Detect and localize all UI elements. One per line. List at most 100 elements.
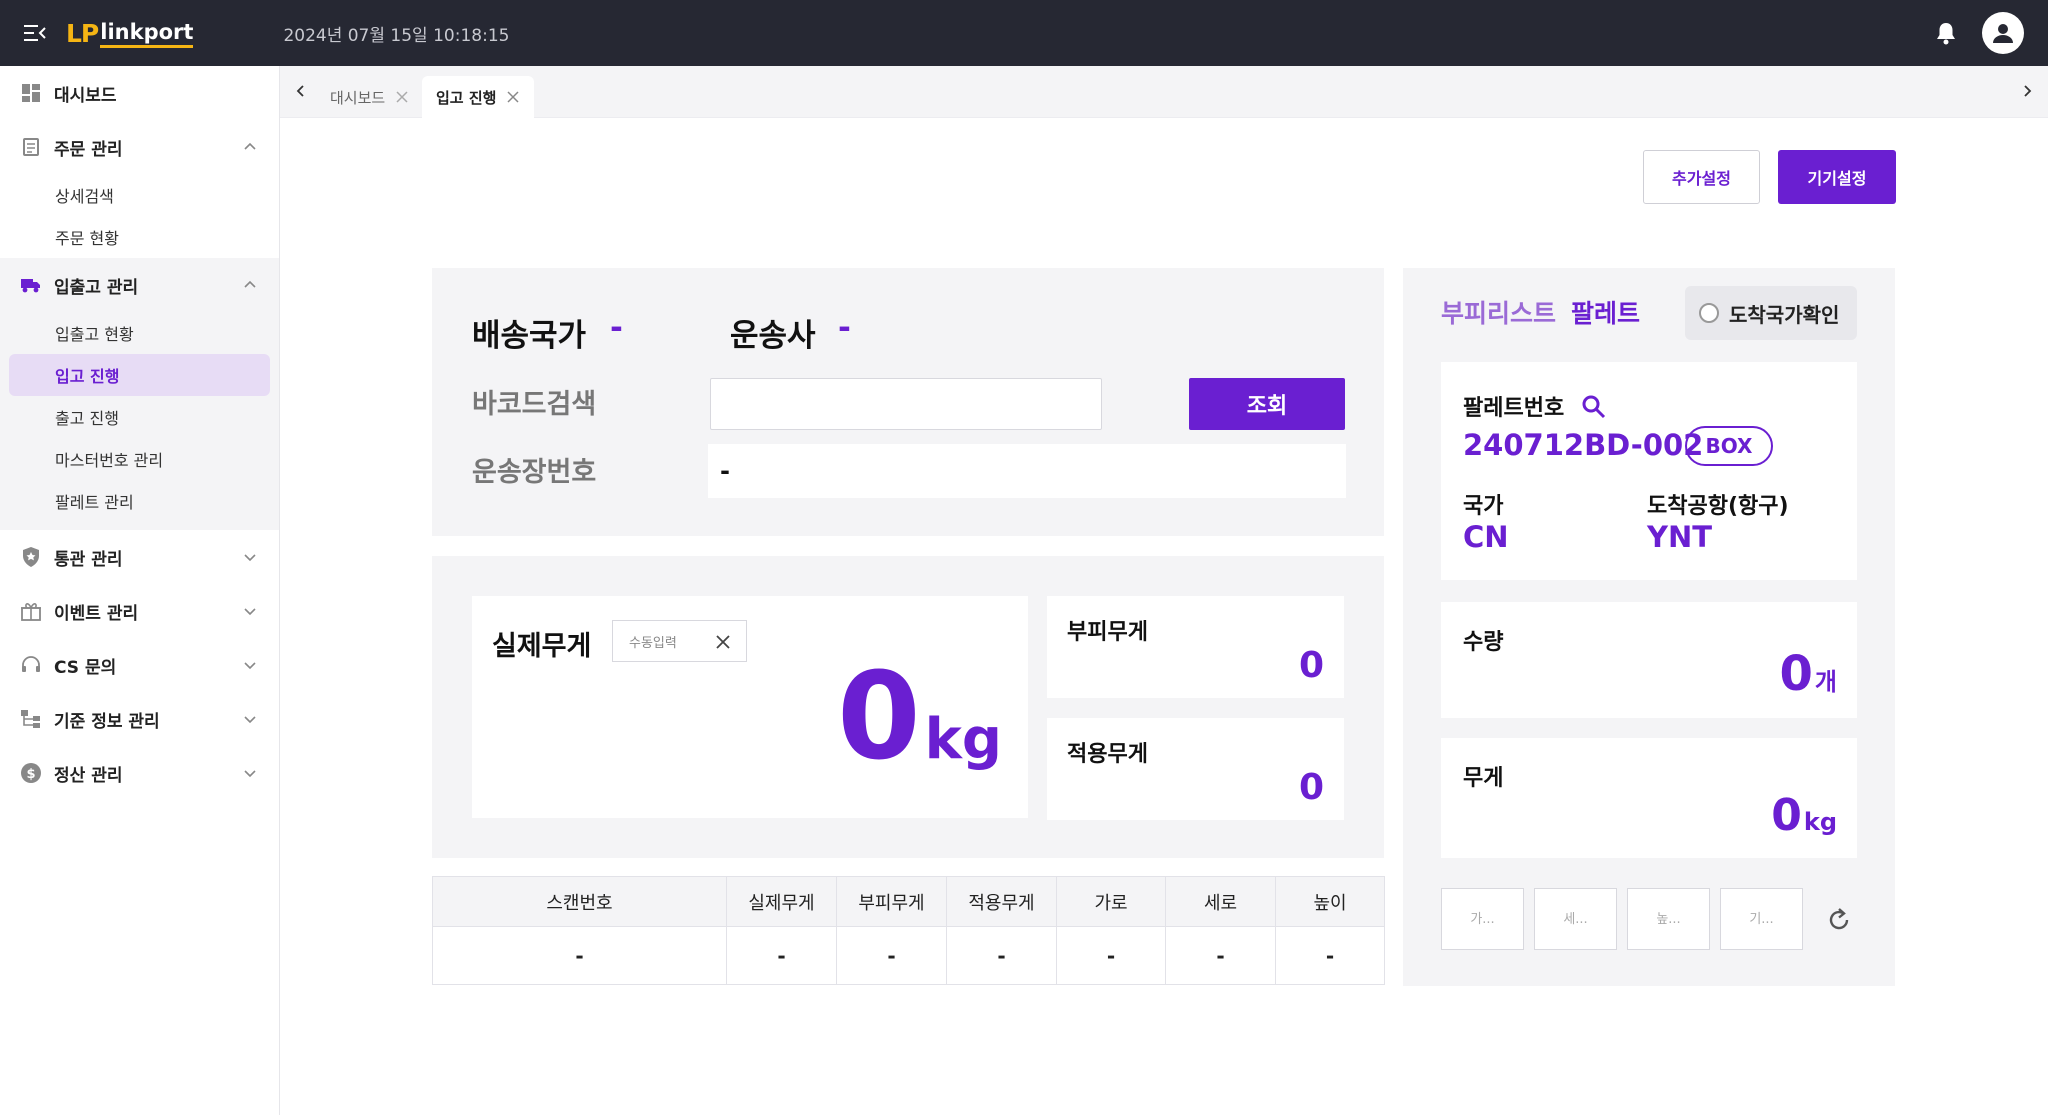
table-cell: - [726,926,837,985]
pallet-number-label: 팔레트번호 [1463,396,1565,421]
country-label: 국가 [1463,494,1504,519]
extra-settings-button[interactable]: 추가설정 [1643,150,1760,204]
chevron-down-icon[interactable] [241,602,259,620]
search-button[interactable]: 조회 [1189,378,1345,430]
close-icon[interactable] [506,90,520,104]
close-icon[interactable] [395,90,409,104]
chevron-down-icon[interactable] [241,656,259,674]
width-input[interactable] [1441,888,1524,950]
chevron-up-icon[interactable] [241,276,259,294]
sidebar-subitem-inout-status[interactable]: 입출고 현황 [0,312,279,354]
sidebar-subitem-order-status[interactable]: 주문 현황 [0,216,279,258]
sidebar-item-label: 주문 관리 [54,139,123,160]
volume-weight-label: 부피무게 [1067,620,1148,645]
sidebar-item-dashboard[interactable]: 대시보드 [0,66,279,120]
volume-list-tab[interactable]: 부피리스트 [1441,294,1556,330]
scan-table: 스캔번호 실제무게 부피무게 적용무게 가로 세로 높이 - - - - - -… [432,876,1385,985]
close-icon[interactable] [714,633,732,651]
applied-weight-card: 적용무게 0 [1047,718,1344,820]
manual-input-label: 수동입력 [629,635,677,651]
sidebar-subitem-master-number[interactable]: 마스터번호 관리 [0,438,279,480]
actual-weight-unit: kg [924,707,1002,772]
bell-icon[interactable] [1926,13,1966,53]
barcode-input[interactable] [710,378,1102,430]
sidebar-item-label: 입출고 관리 [54,277,139,298]
quantity-unit: 개 [1814,668,1837,696]
pallet-weight-value: 0 [1771,790,1802,841]
table-cell: - [432,926,727,985]
menu-toggle-icon[interactable] [20,18,50,48]
arrival-airport-value: YNT [1647,520,1713,554]
chevron-right-icon[interactable] [2014,78,2040,104]
sidebar-subitem-outbound[interactable]: 출고 진행 [0,396,279,438]
logo-text: linkport [100,19,194,48]
tab-inbound[interactable]: 입고 진행 [422,76,535,118]
table-cell: - [1275,926,1385,985]
sidebar-item-inout[interactable]: 입출고 관리 [0,258,279,312]
sidebar-subitem-pallet[interactable]: 팔레트 관리 [0,480,279,522]
column-header[interactable]: 가로 [1056,876,1166,927]
tab-label: 입고 진행 [436,88,497,107]
chevron-left-icon[interactable] [288,78,314,104]
pallet-panel: 부피리스트 팔레트 도착국가확인 팔레트번호 240712BD-002 BOX … [1403,268,1895,986]
gift-icon [20,600,42,622]
chevron-up-icon[interactable] [241,138,259,156]
column-header[interactable]: 실제무게 [726,876,837,927]
chevron-down-icon[interactable] [241,710,259,728]
table-row[interactable]: - - - - - - - [432,926,1385,985]
logo[interactable]: LP linkport [66,13,194,53]
quantity-card: 수량 0 개 [1441,602,1857,718]
manual-input-toggle[interactable]: 수동입력 [612,620,747,662]
tab-bar: 대시보드 입고 진행 [280,66,2048,118]
search-icon[interactable] [1581,394,1607,420]
quantity-value: 0 [1779,646,1813,702]
sidebar-item-event[interactable]: 이벤트 관리 [0,584,279,638]
device-settings-button[interactable]: 기기설정 [1778,150,1896,204]
applied-weight-value: 0 [1298,767,1324,808]
volume-weight-value: 0 [1298,645,1324,686]
arrival-country-check[interactable]: 도착국가확인 [1685,286,1857,340]
sidebar-subitem-inbound[interactable]: 입고 진행 [9,354,270,396]
table-cell: - [1165,926,1276,985]
sidebar-item-base-info[interactable]: 기준 정보 관리 [0,692,279,746]
other-input[interactable] [1720,888,1803,950]
sidebar-item-customs[interactable]: 통관 관리 [0,530,279,584]
column-header[interactable]: 적용무게 [946,876,1057,927]
column-header[interactable]: 세로 [1165,876,1276,927]
pallet-tab[interactable]: 팔레트 [1571,294,1640,330]
header-actions [1926,0,2024,66]
shield-icon [20,546,42,568]
actual-weight-value: 0 [837,648,921,787]
column-header[interactable]: 높이 [1275,876,1385,927]
pallet-number: 240712BD-002 [1463,428,1704,462]
logo-mark: LP [66,18,99,48]
ship-country-label: 배송국가 [472,318,587,354]
radio-icon[interactable] [1699,303,1719,323]
actual-weight-label: 실제무게 [492,631,592,662]
column-header[interactable]: 부피무게 [836,876,947,927]
search-panel: 배송국가 - 운송사 - 바코드검색 조회 운송장번호 - [432,268,1384,536]
height-input[interactable] [1627,888,1710,950]
sidebar-item-cs[interactable]: CS 문의 [0,638,279,692]
column-header[interactable]: 스캔번호 [432,876,727,927]
length-input[interactable] [1534,888,1617,950]
sidebar-item-settle[interactable]: $ 정산 관리 [0,746,279,800]
waybill-label: 운송장번호 [472,457,597,488]
applied-weight-label: 적용무게 [1067,742,1148,767]
chevron-down-icon[interactable] [241,548,259,566]
refresh-icon[interactable] [1824,905,1854,935]
sidebar-subitem-detail-search[interactable]: 상세검색 [0,174,279,216]
user-avatar-icon[interactable] [1982,12,2024,54]
sidebar-group-inout: 입출고 관리 입출고 현황 입고 진행 출고 진행 마스터번호 관리 팔레트 관… [0,258,279,530]
document-icon [20,136,42,158]
actual-weight-display: 0 kg [837,658,1002,778]
chevron-down-icon[interactable] [241,764,259,782]
tab-dashboard[interactable]: 대시보드 [316,76,423,118]
sidebar-sub-order: 상세검색 주문 현황 [0,174,279,258]
pallet-weight-label: 무게 [1463,766,1504,791]
headset-icon [20,654,42,676]
waybill-value: - [708,444,1346,498]
sidebar-item-order[interactable]: 주문 관리 [0,120,279,174]
carrier-label: 운송사 [730,318,816,354]
dollar-icon: $ [20,762,42,784]
